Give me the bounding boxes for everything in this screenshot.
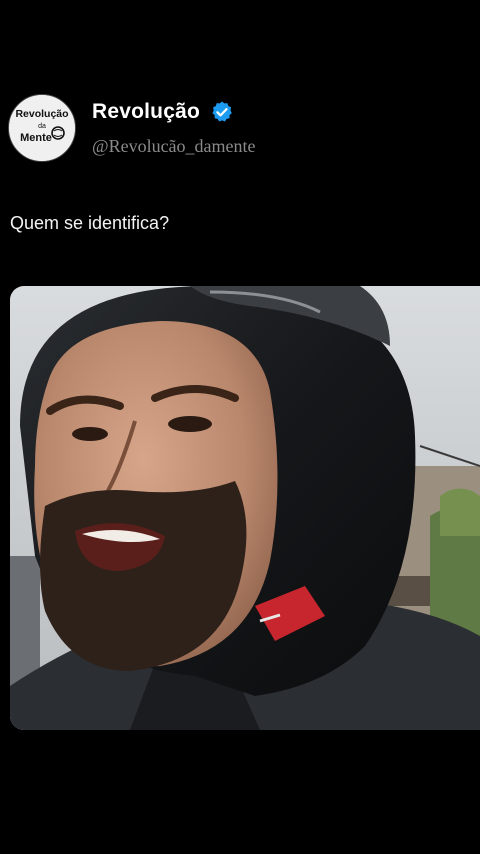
- author-handle[interactable]: @Revolucão_damente: [92, 136, 256, 157]
- author-name[interactable]: Revolução: [92, 100, 200, 124]
- video-frame-image: [10, 286, 480, 730]
- verified-badge-icon: [212, 101, 233, 122]
- logo-line3: Mente: [20, 132, 52, 144]
- avatar[interactable]: Revolução da Mente: [8, 94, 76, 162]
- brand-logo-icon: Revolução da Mente: [9, 95, 75, 161]
- logo-line1: Revolução: [15, 108, 68, 120]
- post-text: Quem se identifica?: [10, 213, 170, 233]
- post-header: Revolução da Mente Revolução @Revolucão_…: [8, 94, 472, 164]
- post-video[interactable]: [10, 286, 480, 730]
- logo-line2: da: [38, 123, 46, 130]
- author-line: Revolução: [92, 100, 234, 124]
